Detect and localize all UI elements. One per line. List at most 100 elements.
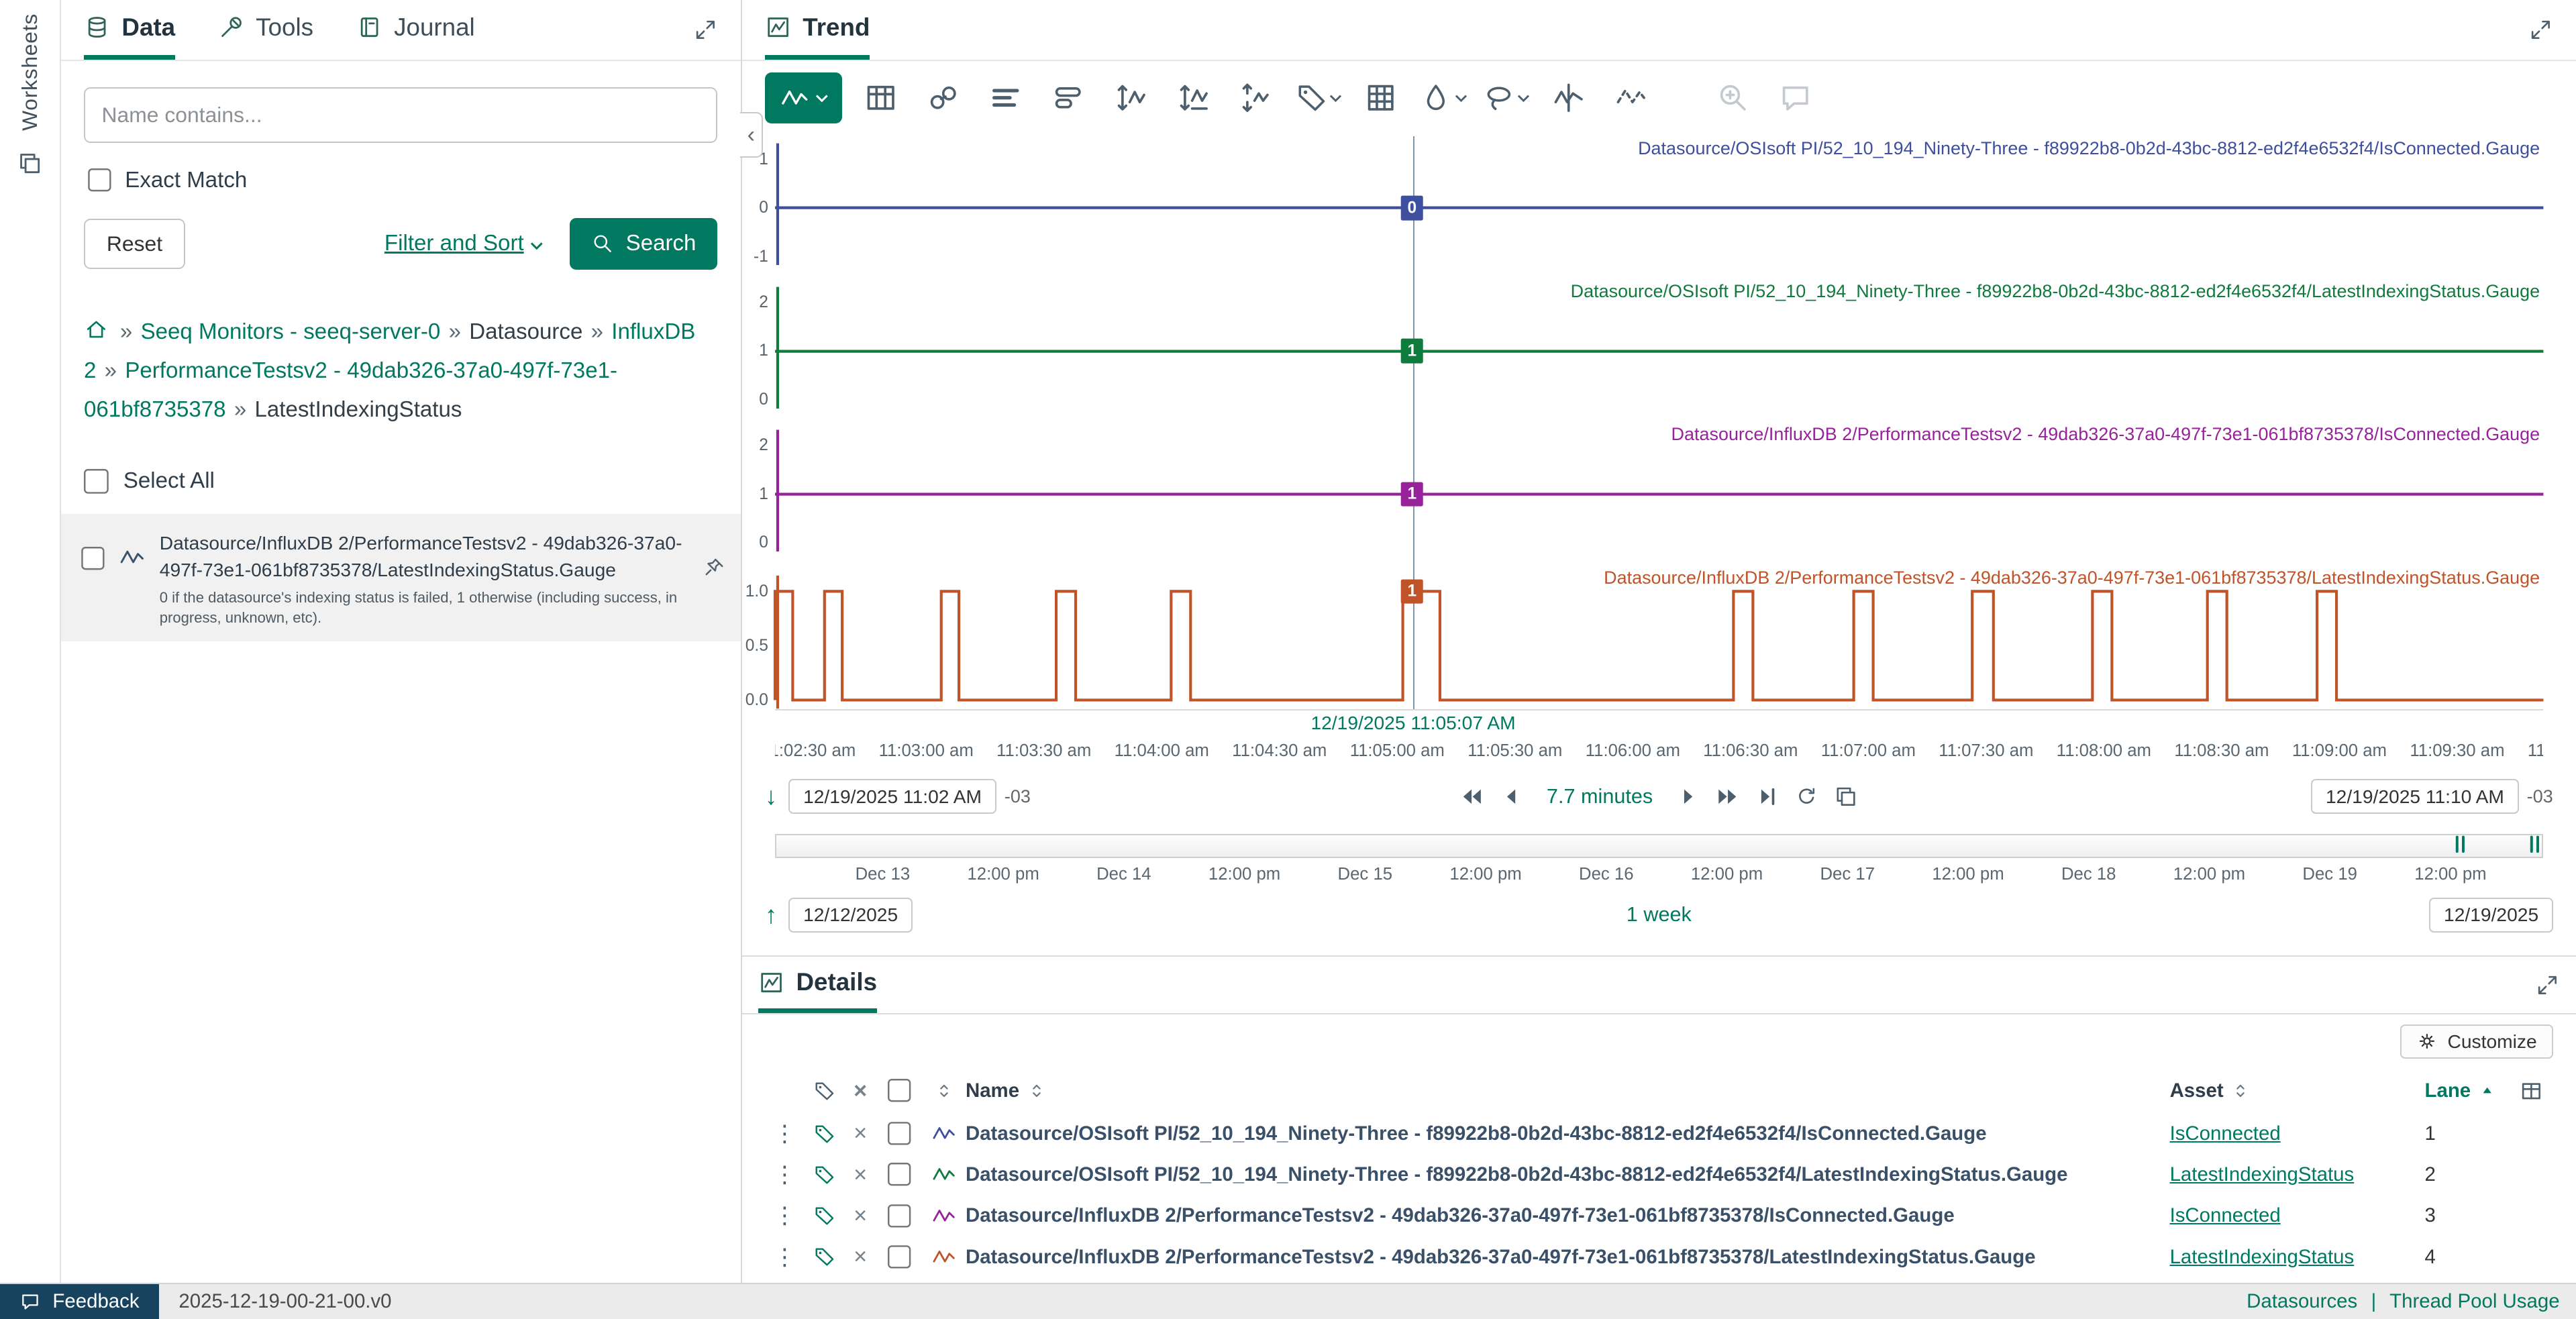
tag-icon[interactable] [805,1122,844,1145]
home-icon[interactable] [84,317,109,342]
tag-column-icon[interactable] [805,1079,844,1102]
lane-label[interactable]: Datasource/InfluxDB 2/PerformanceTestsv2… [1604,568,2540,588]
shift-range-down-icon[interactable]: ↓ [765,782,777,810]
feedback-button[interactable]: Feedback [0,1284,159,1319]
asset-link[interactable]: LatestIndexingStatus [2170,1246,2355,1268]
sort-lane-asc-icon[interactable] [2477,1081,2497,1100]
range-end-input[interactable]: 12/19/2025 11:10 AM [2311,779,2518,814]
timeline-handle-left[interactable] [2448,832,2473,857]
datasources-link[interactable]: Datasources [2247,1290,2357,1312]
tag-icon[interactable] [805,1204,844,1227]
tab-details[interactable]: Details [758,957,877,1013]
step-forward-fast-icon[interactable] [1715,784,1740,809]
range-start-input[interactable]: 12/19/2025 11:02 AM [788,779,996,814]
sort-asset-icon[interactable] [2230,1080,2251,1102]
select-all-checkbox[interactable] [84,469,109,494]
step-to-end-icon[interactable] [1755,784,1780,809]
lane-label[interactable]: Datasource/OSIsoft PI/52_10_194_Ninety-T… [1571,281,2540,302]
separate-lanes-icon[interactable] [1107,76,1155,119]
copy-range-icon[interactable] [1834,784,1859,809]
investigate-start-input[interactable]: 12/12/2025 [788,898,912,933]
asset-link[interactable]: LatestIndexingStatus [2170,1163,2355,1185]
trend-lane-1[interactable]: 10-1Datasource/OSIsoft PI/52_10_194_Nine… [775,136,2543,279]
search-input[interactable] [84,87,717,143]
tag-icon[interactable] [805,1163,844,1186]
cursor-line[interactable] [1413,136,1414,708]
table-view-icon[interactable] [857,76,905,119]
compare-view-icon[interactable] [982,76,1029,119]
investigate-duration[interactable]: 1 week [1627,903,1692,927]
step-back-icon[interactable] [1499,784,1524,809]
lane-label[interactable]: Datasource/InfluxDB 2/PerformanceTestsv2… [1671,424,2540,445]
investigate-end-input[interactable]: 12/19/2025 [2429,898,2553,933]
pin-icon[interactable] [703,556,725,579]
investigate-range-bar: ↑ 12/12/2025 1 week 12/19/2025 [742,891,2576,942]
expand-details-icon[interactable] [2535,973,2560,998]
app-root: Worksheets Data Tools Journal Exact Ma [0,0,2576,1319]
reset-button[interactable]: Reset [84,219,185,269]
collapse-panel-button[interactable]: ‹ [740,112,763,158]
selection-icon[interactable] [1482,76,1530,119]
asset-link[interactable]: IsConnected [2170,1122,2281,1145]
tab-trend[interactable]: Trend [765,0,870,60]
shift-range-up-icon[interactable]: ↑ [765,901,777,929]
row-menu-icon[interactable]: ⋮ [765,1202,805,1229]
breadcrumb: »Seeq Monitors - seeq-server-0»Datasourc… [84,313,717,429]
trend-lane-4[interactable]: 1.00.50.0Datasource/InfluxDB 2/Performan… [775,566,2543,708]
row-menu-icon[interactable]: ⋮ [765,1161,805,1188]
tab-data[interactable]: Data [84,0,175,60]
auto-update-icon[interactable] [1794,784,1819,809]
column-name-label[interactable]: Name [966,1079,1019,1102]
filter-and-sort-link[interactable]: Filter and Sort [384,231,544,256]
exact-match-checkbox[interactable] [87,168,112,193]
sort-name-icon[interactable] [1026,1080,1047,1102]
step-back-fast-icon[interactable] [1459,784,1484,809]
select-all-rows-checkbox[interactable] [888,1079,913,1104]
view-selector-button[interactable] [765,72,842,123]
row-checkbox[interactable] [888,1204,913,1228]
timeline-track[interactable] [775,834,2543,859]
remove-column-icon[interactable]: × [844,1078,877,1104]
lane-label[interactable]: Datasource/OSIsoft PI/52_10_194_Ninety-T… [1638,138,2540,159]
labels-icon[interactable] [1294,76,1342,119]
capsule-time-icon[interactable] [1045,76,1092,119]
stack-signals-icon[interactable] [1232,76,1280,119]
remove-icon[interactable]: × [844,1203,877,1229]
row-menu-icon[interactable]: ⋮ [765,1120,805,1147]
gridlines-icon[interactable] [1357,76,1404,119]
table-columns-icon[interactable] [2510,1079,2553,1104]
expand-trend-icon[interactable] [2528,17,2553,42]
list-item[interactable]: Datasource/InfluxDB 2/PerformanceTestsv2… [61,514,741,641]
column-asset-label[interactable]: Asset [2170,1079,2224,1102]
dimming-icon[interactable] [1419,76,1467,119]
range-duration[interactable]: 7.7 minutes [1547,785,1653,808]
customize-button[interactable]: Customize [2400,1024,2553,1059]
tag-icon[interactable] [805,1245,844,1268]
timeline-handle-right[interactable] [2522,832,2547,857]
separate-axes-icon[interactable] [1170,76,1217,119]
thread-pool-usage-link[interactable]: Thread Pool Usage [2389,1290,2559,1312]
row-checkbox[interactable] [888,1163,913,1188]
expand-left-panel-icon[interactable] [693,17,718,42]
remove-icon[interactable]: × [844,1162,877,1188]
chain-view-icon[interactable] [919,76,967,119]
tab-tools[interactable]: Tools [218,0,313,60]
breadcrumb-item[interactable]: Seeq Monitors - seeq-server-0 [141,319,441,344]
cursors-icon[interactable] [1545,76,1592,119]
interpolation-icon[interactable] [1607,76,1655,119]
asset-link[interactable]: IsConnected [2170,1204,2281,1226]
step-forward-icon[interactable] [1676,784,1701,809]
trend-lane-3[interactable]: 210Datasource/InfluxDB 2/PerformanceTest… [775,423,2543,566]
item-checkbox[interactable] [81,547,105,572]
row-checkbox[interactable] [888,1245,913,1269]
worksheets-rail[interactable]: Worksheets [0,0,61,1283]
row-checkbox[interactable] [888,1121,913,1146]
tab-journal[interactable]: Journal [356,0,475,60]
remove-icon[interactable]: × [844,1120,877,1147]
row-menu-icon[interactable]: ⋮ [765,1244,805,1271]
trend-lane-2[interactable]: 210Datasource/OSIsoft PI/52_10_194_Ninet… [775,280,2543,423]
column-lane-label[interactable]: Lane [2425,1079,2471,1102]
remove-icon[interactable]: × [844,1244,877,1270]
search-button[interactable]: Search [570,218,717,270]
sort-icon[interactable] [923,1080,966,1102]
